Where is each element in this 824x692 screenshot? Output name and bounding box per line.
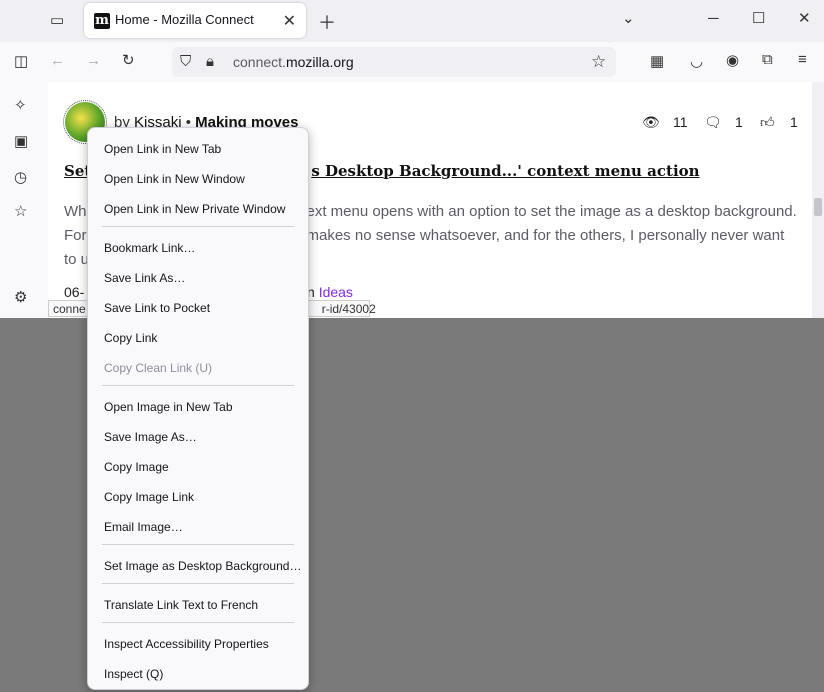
close-tab-icon[interactable]: ✕ xyxy=(283,11,296,31)
menu-save-link-to-pocket[interactable]: Save Link to Pocket xyxy=(104,301,210,315)
nav-bar: ◫ ← → ↻ ⛉ 🔒︎ connect.mozilla.org ☆ ▦ ◡ ◉… xyxy=(0,42,824,83)
menu-inspect[interactable]: Inspect (Q) xyxy=(104,667,163,681)
body-line2-end: makes no sense whatsoever, and for the o… xyxy=(306,227,785,244)
ideas-link[interactable]: n Ideas xyxy=(307,284,353,300)
body-line1-start: Wh xyxy=(64,203,87,220)
history-clock-icon[interactable]: ◷ xyxy=(14,168,27,186)
account-icon[interactable]: ◉ xyxy=(726,51,739,69)
views-icon: 👁︎ xyxy=(642,114,660,130)
menu-copy-link[interactable]: Copy Link xyxy=(104,331,157,345)
menu-separator xyxy=(102,622,294,623)
menu-open-link-private-window[interactable]: Open Link in New Private Window xyxy=(104,202,285,216)
mozilla-favicon-icon: m xyxy=(94,13,110,29)
menu-save-image-as[interactable]: Save Image As… xyxy=(104,430,197,444)
menu-open-link-new-window[interactable]: Open Link in New Window xyxy=(104,172,245,186)
menu-copy-image[interactable]: Copy Image xyxy=(104,460,169,474)
menu-open-link-new-tab[interactable]: Open Link in New Tab xyxy=(104,142,221,156)
menu-translate-link[interactable]: Translate Link Text to French xyxy=(104,598,258,612)
extensions-icon[interactable]: ⧉ xyxy=(762,51,773,68)
tab-bar: ▭ m Home - Mozilla Connect ✕ ＋ ⌄ ─ ☐ ✕ xyxy=(0,0,824,42)
url-bar[interactable]: ⛉ 🔒︎ connect.mozilla.org ☆ xyxy=(172,47,616,77)
comments-count: 1 xyxy=(735,114,743,130)
sidebar-toggle-icon[interactable]: ◫ xyxy=(14,52,28,70)
bookmark-star-icon[interactable]: ☆ xyxy=(591,52,606,72)
settings-gear-icon[interactable]: ⚙ xyxy=(14,288,27,306)
back-icon[interactable]: ← xyxy=(50,52,65,69)
synced-tabs-icon[interactable]: ▣ xyxy=(14,132,28,150)
like-icon[interactable]: 👍︎ xyxy=(760,114,775,131)
menu-save-link-as[interactable]: Save Link As… xyxy=(104,271,185,285)
menu-separator xyxy=(102,583,294,584)
status-url-end: r-id/43002 xyxy=(321,302,376,316)
likes-count: 1 xyxy=(790,114,798,130)
lock-icon[interactable]: 🔒︎ xyxy=(206,53,214,70)
body-line2-start: For xyxy=(64,227,87,244)
menu-hamburger-icon[interactable]: ≡ xyxy=(798,51,807,68)
sidebar: ✧ ▣ ◷ ☆ ⚙ xyxy=(0,82,48,318)
menu-copy-image-link[interactable]: Copy Image Link xyxy=(104,490,194,504)
menu-open-image-new-tab[interactable]: Open Image in New Tab xyxy=(104,400,233,414)
shield-icon[interactable]: ⛉ xyxy=(180,53,191,70)
forward-icon[interactable]: → xyxy=(86,52,101,69)
menu-separator xyxy=(102,385,294,386)
bookmarks-star-icon[interactable]: ☆ xyxy=(14,202,27,220)
body-line3-start: to u xyxy=(64,251,90,268)
post-date: 06- xyxy=(64,284,85,300)
body-line1-end: ext menu opens with an option to set the… xyxy=(306,203,797,220)
pocket-icon[interactable]: ◡ xyxy=(690,52,703,70)
scrollbar-thumb[interactable] xyxy=(814,198,822,216)
scrollbar[interactable] xyxy=(812,82,824,318)
reload-icon[interactable]: ↻ xyxy=(122,51,135,69)
status-url-start: conne xyxy=(53,302,86,316)
tab-overview-icon[interactable]: ▭ xyxy=(50,11,64,29)
minimize-icon[interactable]: ─ xyxy=(708,10,719,27)
tab-home[interactable]: m Home - Mozilla Connect ✕ xyxy=(84,3,306,38)
extension-reader-icon[interactable]: ▦ xyxy=(650,52,664,70)
views-count: 11 xyxy=(673,114,688,130)
close-window-icon[interactable]: ✕ xyxy=(798,9,811,27)
menu-copy-clean-link: Copy Clean Link (U) xyxy=(104,361,213,375)
url-text[interactable]: connect.mozilla.org xyxy=(233,54,354,70)
menu-separator xyxy=(102,226,294,227)
new-tab-icon[interactable]: ＋ xyxy=(318,9,336,35)
menu-separator xyxy=(102,544,294,545)
maximize-icon[interactable]: ☐ xyxy=(752,9,765,27)
context-menu: Open Link in New Tab Open Link in New Wi… xyxy=(87,127,309,690)
ideas-label: Ideas xyxy=(318,284,353,300)
ai-sparkle-icon[interactable]: ✧ xyxy=(14,96,27,114)
tab-list-chevron-icon[interactable]: ⌄ xyxy=(622,9,635,27)
menu-set-desktop-background[interactable]: Set Image as Desktop Background… xyxy=(104,559,301,573)
post-title-end: s Desktop Background...' context menu ac… xyxy=(311,162,700,180)
tab-title: Home - Mozilla Connect xyxy=(115,12,254,27)
menu-email-image[interactable]: Email Image… xyxy=(104,520,183,534)
comments-icon[interactable]: 🗨︎ xyxy=(704,114,722,131)
menu-bookmark-link[interactable]: Bookmark Link… xyxy=(104,241,195,255)
menu-inspect-accessibility[interactable]: Inspect Accessibility Properties xyxy=(104,637,269,651)
